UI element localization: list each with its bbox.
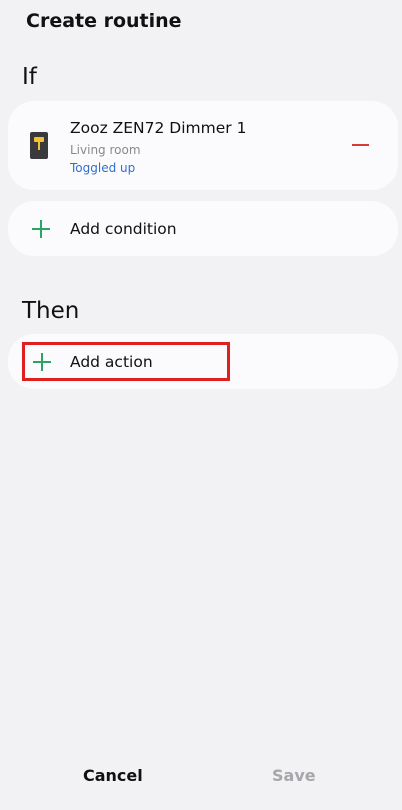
device-trigger-state: Toggled up <box>70 161 136 175</box>
minus-icon <box>352 144 369 146</box>
save-button[interactable]: Save <box>272 765 316 787</box>
remove-condition-button[interactable] <box>346 129 376 161</box>
plus-icon <box>32 220 50 238</box>
cancel-button[interactable]: Cancel <box>83 765 143 787</box>
dimmer-switch-icon <box>30 132 48 159</box>
add-action-button[interactable]: Add action <box>70 352 153 372</box>
page-title: Create routine <box>26 10 182 32</box>
then-section-title: Then <box>22 298 80 324</box>
condition-device-card[interactable]: Zooz ZEN72 Dimmer 1 Living room Toggled … <box>8 101 398 190</box>
bottom-action-bar: Cancel Save <box>0 757 402 797</box>
add-condition-button[interactable]: Add condition <box>8 201 398 256</box>
device-room: Living room <box>70 143 141 157</box>
if-section-title: If <box>22 64 37 90</box>
add-condition-label: Add condition <box>70 220 177 238</box>
plus-icon <box>33 353 51 371</box>
device-name: Zooz ZEN72 Dimmer 1 <box>70 119 247 137</box>
